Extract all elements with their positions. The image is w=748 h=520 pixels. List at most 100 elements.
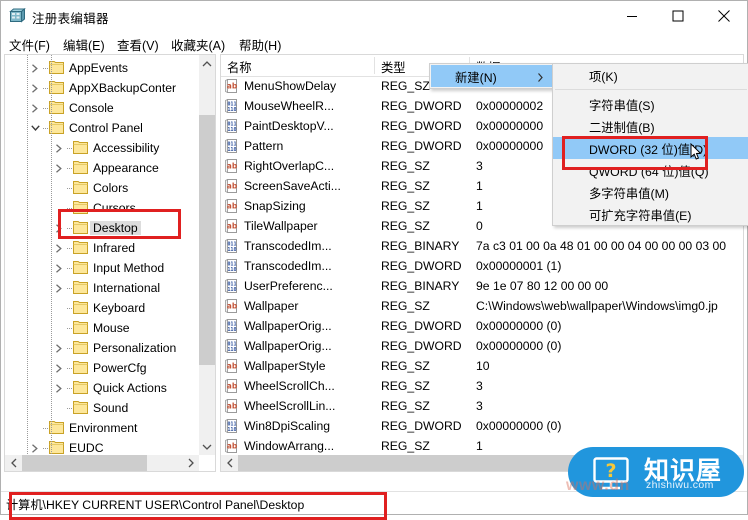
table-row[interactable]: 011 110 Win8DpiScaling REG_DWORD 0x00000000 … [221,416,743,436]
chevron-right-icon[interactable] [27,58,43,78]
tree-item-control-panel[interactable]: Control Panel [5,118,201,138]
chevron-right-icon[interactable] [51,258,67,278]
tree-item-environment[interactable]: Environment [5,418,201,438]
menu-help[interactable]: 帮助(H) [239,35,281,54]
binary-value-icon: 011 110 [225,418,239,434]
tree-item-colors[interactable]: Colors [5,178,201,198]
tree-scroll-up-arrow[interactable] [199,55,215,72]
tree-item-appearance[interactable]: Appearance [5,158,201,178]
close-button[interactable] [701,1,747,31]
svg-text:ab: ab [227,222,238,231]
chevron-down-icon[interactable] [27,118,43,138]
table-row[interactable]: 011 110 TranscodedIm... REG_DWORD 0x00000001… [221,256,743,276]
value-type: REG_DWORD [381,259,462,273]
context-menu-item-5[interactable]: 多字符串值(M) [553,181,748,203]
table-row[interactable]: 011 110 WallpaperOrig... REG_DWORD 0x0000000… [221,316,743,336]
svg-text:110: 110 [227,327,236,333]
chevron-right-icon[interactable] [51,218,67,238]
tree-item-infrared[interactable]: Infrared [5,238,201,258]
tree-item-accessibility[interactable]: Accessibility [5,138,201,158]
tree-item-powercfg[interactable]: PowerCfg [5,358,201,378]
chevron-right-icon[interactable] [51,278,67,298]
tree-scroll-right-arrow[interactable] [182,455,199,471]
chevron-right-icon[interactable] [51,158,67,178]
chevron-right-icon[interactable] [51,378,67,398]
tree-item-international[interactable]: International [5,278,201,298]
context-menu-item-0[interactable]: 项(K) [553,64,748,86]
tree-item-label: Personalization [93,341,177,355]
menu-edit[interactable]: 编辑(E) [63,35,105,54]
list-scroll-left-arrow[interactable] [221,455,238,471]
chevron-right-icon[interactable] [51,238,67,258]
menu-file[interactable]: 文件(F) [9,35,50,54]
tree-item-sound[interactable]: Sound [5,398,201,418]
menu-view[interactable]: 查看(V) [117,35,159,54]
table-row[interactable]: ab WheelScrollLin... REG_SZ 3 [221,396,743,416]
tree-hscroll-thumb[interactable] [22,455,147,471]
table-row[interactable]: 011 110 UserPreferenc... REG_BINARY 9e 1e 07… [221,276,743,296]
context-menu-item-2[interactable]: 二进制值(B) [553,115,748,137]
tree-item-desktop[interactable]: Desktop [5,218,201,238]
string-value-icon: ab [225,358,239,374]
tree-horizontal-scrollbar[interactable] [5,455,199,471]
context-menu-new-label: 新建(N) [455,71,497,85]
context-menu-new-submenu[interactable]: 项(K) 字符串值(S) 二进制值(B) DWORD (32 位)值(D) QWORD … [552,63,748,226]
tree-item-keyboard[interactable]: Keyboard [5,298,201,318]
value-name: TileWallpaper [244,219,318,233]
tree-item-personalization[interactable]: Personalization [5,338,201,358]
table-row[interactable]: 011 110 WallpaperOrig... REG_DWORD 0x0000000… [221,336,743,356]
context-menu-item-6[interactable]: 可扩充字符串值(E) [553,203,748,225]
value-name: WheelScrollLin... [244,399,336,413]
tree-scroll-left-arrow[interactable] [5,455,22,471]
tree-vertical-scrollbar[interactable] [199,55,215,455]
table-row[interactable]: ab Wallpaper REG_SZ C:\Windows\web\wallpape… [221,296,743,316]
tree-item-console[interactable]: Console [5,98,201,118]
chevron-right-icon[interactable] [51,138,67,158]
registry-tree[interactable]: AppEvents AppXBackupConter Console Control … [5,55,201,459]
value-type: REG_SZ [381,199,430,213]
context-menu-item-4[interactable]: QWORD (64 位)值(Q) [553,159,748,181]
value-type: REG_SZ [381,379,430,393]
table-row[interactable]: ab WallpaperStyle REG_SZ 10 [221,356,743,376]
tree-item-input-method[interactable]: Input Method [5,258,201,278]
chevron-right-icon[interactable] [51,338,67,358]
tree-scroll-thumb[interactable] [199,115,215,365]
watermark: 脑 ? 知识屋 zhishiwu.com www.dn [566,447,744,503]
tree-item-appevents[interactable]: AppEvents [5,58,201,78]
svg-text:110: 110 [227,427,236,433]
column-header-type[interactable]: 类型 [381,58,406,76]
column-header-name[interactable]: 名称 [227,58,252,76]
folder-icon [73,161,88,174]
tree-item-mouse[interactable]: Mouse [5,318,201,338]
chevron-right-icon[interactable] [27,78,43,98]
context-menu-item-1[interactable]: 字符串值(S) [553,93,748,115]
svg-text:ab: ab [227,82,238,91]
chevron-right-icon[interactable] [51,358,67,378]
context-menu-item-label: 项(K) [589,70,618,84]
folder-icon [73,221,88,234]
minimize-button[interactable] [609,1,655,31]
folder-icon [73,301,88,314]
value-name: Win8DpiScaling [244,419,331,433]
maximize-button[interactable] [655,1,701,31]
value-data: 0 [476,219,483,233]
menu-favorites[interactable]: 收藏夹(A) [171,35,225,54]
tree-scroll-down-arrow[interactable] [199,438,215,455]
value-data: 0x00000000 (0) [476,419,562,433]
tree-item-quick-actions[interactable]: Quick Actions [5,378,201,398]
tree-item-cursors[interactable]: Cursors [5,198,201,218]
context-menu-new[interactable]: 新建(N) [429,63,555,89]
context-menu-item-new[interactable]: 新建(N) [431,65,553,87]
svg-text:110: 110 [227,267,236,273]
context-menu-item-3[interactable]: DWORD (32 位)值(D) [553,137,748,159]
tree-item-appxbackupconter[interactable]: AppXBackupConter [5,78,201,98]
table-row[interactable]: 011 110 TranscodedIm... REG_BINARY 7a c3 01 … [221,236,743,256]
column-divider-1[interactable] [374,57,375,74]
value-type: REG_DWORD [381,119,462,133]
value-name: ScreenSaveActi... [244,179,341,193]
svg-text:ab: ab [227,202,238,211]
value-data: 0x00000000 (0) [476,339,562,353]
table-row[interactable]: ab WheelScrollCh... REG_SZ 3 [221,376,743,396]
watermark-url: zhishiwu.com [646,479,714,491]
chevron-right-icon[interactable] [27,98,43,118]
